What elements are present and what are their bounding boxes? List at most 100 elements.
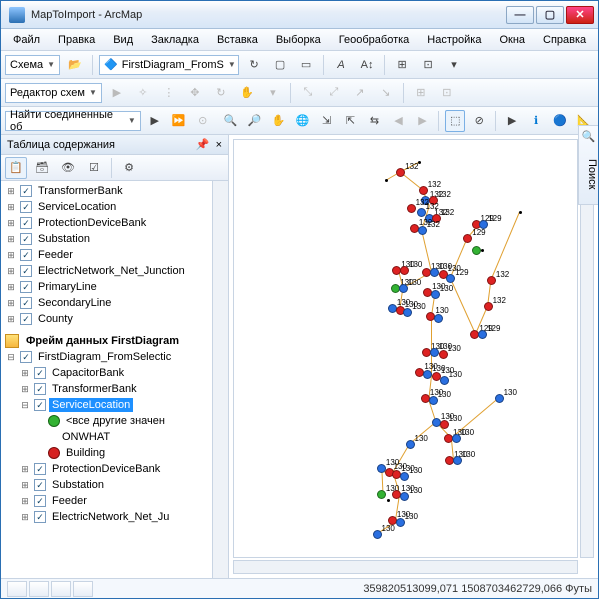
snap1-icon[interactable]: ⊞ [410,82,432,104]
layer-row[interactable]: ⊞✓ElectricNetwork_Net_Ju [1,509,212,525]
data-view-tab[interactable] [7,581,27,597]
open-icon[interactable]: 📂 [64,54,86,76]
menu-Выборка[interactable]: Выборка [268,31,329,49]
scheme-dropdown[interactable]: Cхема▼ [5,55,60,75]
layer-checkbox[interactable]: ✓ [34,367,46,379]
menu-Файл[interactable]: Файл [5,31,48,49]
select-element-icon[interactable]: ⬚ [445,110,465,132]
layer-row[interactable]: ⊞✓Feeder [1,493,212,509]
expand-icon[interactable]: ⊞ [19,512,31,523]
expand-icon[interactable]: ⊞ [5,234,17,245]
expand-icon[interactable]: ⊞ [19,368,31,379]
search-tab[interactable]: 🔍 Поиск [578,125,598,205]
toc-close-icon[interactable]: × [216,139,222,151]
layer-checkbox[interactable]: ✓ [34,511,46,523]
layer-checkbox[interactable]: ✓ [34,399,46,411]
layer-checkbox[interactable]: ✓ [20,281,32,293]
list-drawing-icon[interactable]: 📋 [5,157,27,179]
step-icon[interactable]: ⏩ [169,110,189,132]
network-node[interactable] [431,290,440,299]
toc-options-icon[interactable]: ⚙ [118,157,140,179]
expand-icon[interactable]: ⊟ [19,400,31,411]
fixed-out-icon[interactable]: ⇱ [341,110,361,132]
find-icon[interactable]: 🔵 [550,110,570,132]
layer-row[interactable]: ⊞✓PrimaryLine [1,279,212,295]
layer-checkbox[interactable]: ✓ [34,479,46,491]
network-node[interactable] [400,492,409,501]
line3-icon[interactable]: ↗ [349,82,371,104]
network-node[interactable] [373,530,382,539]
layer-checkbox[interactable]: ✓ [20,297,32,309]
layer-checkbox[interactable]: ✓ [20,351,32,363]
menu-Справка[interactable]: Справка [535,31,594,49]
diagram-dropdown[interactable]: 🔷FirstDiagram_FromS▼ [99,55,239,75]
menu-Геообработка[interactable]: Геообработка [331,31,418,49]
minimize-button[interactable]: — [506,6,534,24]
network-node[interactable] [396,518,405,527]
layer-row[interactable]: ⊞✓TransformerBank [1,381,212,397]
prev-extent-icon[interactable]: ◀ [388,110,408,132]
network-node[interactable] [484,302,493,311]
fixed-in-icon[interactable]: ⇲ [317,110,337,132]
layer-row[interactable]: ⊞✓TransformerBank [1,183,212,199]
layer-checkbox[interactable]: ✓ [20,265,32,277]
layer-checkbox[interactable]: ✓ [34,463,46,475]
layer-row[interactable]: ⊞✓ProtectionDeviceBank [1,215,212,231]
network-node[interactable] [400,266,409,275]
next-extent-icon[interactable]: ▶ [412,110,432,132]
network-node[interactable] [399,284,408,293]
zoom-in-icon[interactable]: 🔍 [221,110,241,132]
close-button[interactable]: ✕ [566,6,594,24]
refresh-view-tab[interactable] [51,581,71,597]
pan-icon[interactable]: ✋ [269,110,289,132]
layer-row[interactable]: ⊟✓FirstDiagram_FromSelectic [1,349,212,365]
network-node[interactable] [417,208,426,217]
editor-dropdown[interactable]: Редактор схем▼ [5,83,102,103]
layer-checkbox[interactable]: ✓ [20,185,32,197]
menu-Настройка[interactable]: Настройка [419,31,489,49]
network-icon[interactable]: ⊙ [193,110,213,132]
expand-icon[interactable]: ⊞ [5,202,17,213]
move-icon[interactable]: ✥ [184,82,206,104]
network-node[interactable] [400,472,409,481]
line1-icon[interactable]: ⤡ [297,82,319,104]
pin-icon[interactable]: 📌 [196,138,210,151]
expand-icon[interactable]: ⊞ [19,480,31,491]
map-canvas[interactable]: 1321321321321321321321321321321291291291… [233,139,578,558]
list-selection-icon[interactable]: ☑ [83,157,105,179]
layer-row[interactable]: ⊞✓Feeder [1,247,212,263]
network-node[interactable] [418,226,427,235]
network-node[interactable] [453,456,462,465]
menu-Вид[interactable]: Вид [105,31,141,49]
network-node[interactable] [440,376,449,385]
network-node[interactable] [430,268,439,277]
toc-scrollbar[interactable] [212,181,228,578]
network-node[interactable] [407,204,416,213]
layer-checkbox[interactable]: ✓ [34,383,46,395]
expand-icon[interactable]: ⊞ [5,266,17,277]
pointer-tool-icon[interactable]: ▶ [502,110,522,132]
expand-icon[interactable]: ⊞ [19,384,31,395]
arrow-icon[interactable]: ▾ [262,82,284,104]
more-icon[interactable]: ▾ [443,54,465,76]
layer-row[interactable]: ⊟✓ServiceLocation [1,397,212,413]
pointer-icon[interactable]: ▶ [106,82,128,104]
expand-icon[interactable]: ⊞ [19,464,31,475]
expand-icon[interactable]: ⊟ [5,352,17,363]
hand-icon[interactable]: ✋ [236,82,258,104]
rotate-icon[interactable]: ↻ [210,82,232,104]
network-node[interactable] [430,348,439,357]
network-node[interactable] [519,211,522,214]
network-node[interactable] [440,420,449,429]
network-node[interactable] [439,350,448,359]
network-node[interactable] [472,246,481,255]
layer-row[interactable]: ⊞✓ProtectionDeviceBank [1,461,212,477]
list-visibility-icon[interactable]: 👁 [57,157,79,179]
layer-row[interactable]: Building [1,445,212,461]
find-dropdown[interactable]: Найти соединенные об▼ [5,111,141,131]
layer-row[interactable]: ⊞✓Substation [1,477,212,493]
full-extent-icon[interactable]: 🌐 [293,110,313,132]
network-node[interactable] [487,276,496,285]
network-node[interactable] [387,499,390,502]
layer-checkbox[interactable]: ✓ [20,201,32,213]
